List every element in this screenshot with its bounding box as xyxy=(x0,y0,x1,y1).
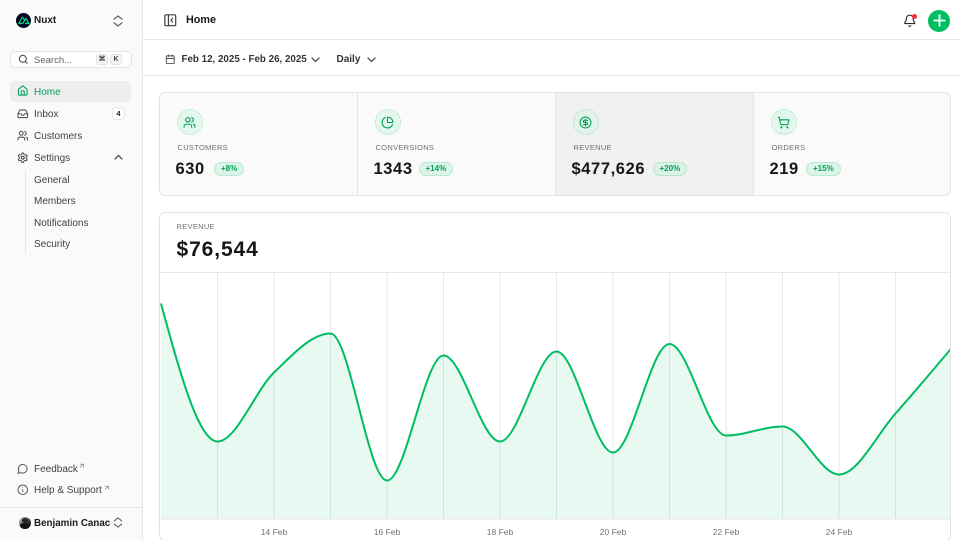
svg-text:14 Feb: 14 Feb xyxy=(261,527,288,537)
svg-text:24 Feb: 24 Feb xyxy=(826,527,853,537)
svg-text:20 Feb: 20 Feb xyxy=(600,527,627,537)
svg-text:16 Feb: 16 Feb xyxy=(374,527,401,537)
svg-text:18 Feb: 18 Feb xyxy=(487,527,514,537)
svg-text:22 Feb: 22 Feb xyxy=(713,527,740,537)
